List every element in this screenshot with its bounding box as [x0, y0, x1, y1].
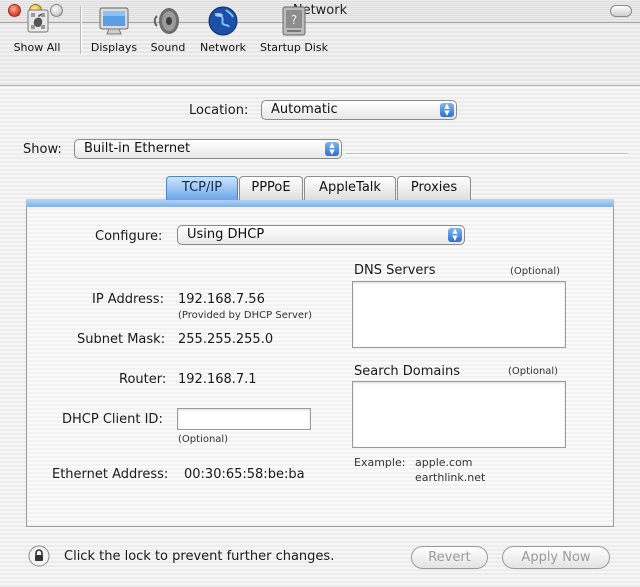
lock-message: Click the lock to prevent further change…	[64, 549, 335, 564]
toolbar-item-displays[interactable]: Displays	[88, 4, 140, 54]
speaker-icon	[151, 4, 185, 38]
toolbar-item-label: Network	[200, 41, 246, 54]
configure-value: Using DHCP	[187, 227, 265, 242]
toolbar-toggle-button[interactable]	[610, 5, 632, 17]
tab-label: PPPoE	[251, 180, 291, 195]
dhcp-client-id-label: DHCP Client ID:	[62, 412, 163, 427]
dns-servers-optional: (Optional)	[510, 266, 561, 277]
popup-arrows-icon: ▲ ▼	[448, 228, 462, 242]
tab-pppoe[interactable]: PPPoE	[239, 176, 303, 200]
divider	[346, 153, 628, 155]
configure-label: Configure:	[95, 229, 163, 244]
show-label: Show:	[23, 142, 62, 157]
example-domain-2: earthlink.net	[415, 471, 486, 484]
globe-icon	[206, 4, 240, 38]
tab-label: TCP/IP	[181, 180, 223, 195]
dns-servers-label: DNS Servers	[354, 263, 436, 278]
search-domains-label: Search Domains	[354, 364, 461, 379]
svg-text:?: ?	[291, 13, 297, 27]
tab-proxies[interactable]: Proxies	[397, 176, 471, 200]
display-icon	[97, 4, 131, 38]
tab-tcpip[interactable]: TCP/IP	[166, 176, 238, 200]
search-domains-field[interactable]	[352, 381, 566, 448]
toolbar-item-label: Sound	[150, 41, 186, 54]
ip-address-label: IP Address:	[92, 292, 164, 307]
example-label: Example:	[354, 456, 406, 469]
toolbar-item-sound[interactable]: Sound	[146, 4, 190, 54]
toolbar-item-label: Show All	[13, 41, 61, 54]
show-popup[interactable]: Built-in Ethernet ▲ ▼	[74, 139, 342, 159]
tab-label: Proxies	[410, 180, 458, 195]
revert-button-label: Revert	[428, 550, 471, 565]
location-value: Automatic	[271, 102, 338, 117]
toolbar-item-show-all[interactable]: Show All	[6, 4, 68, 54]
subnet-mask-label: Subnet Mask:	[77, 332, 166, 347]
configure-popup[interactable]: Using DHCP ▲ ▼	[177, 225, 465, 245]
show-value: Built-in Ethernet	[84, 141, 191, 156]
search-domains-optional: (Optional)	[508, 366, 559, 377]
dns-servers-field[interactable]	[352, 281, 566, 348]
toolbar-item-network[interactable]: Network	[196, 4, 250, 54]
ethernet-address-label: Ethernet Address:	[52, 467, 169, 482]
apply-now-button[interactable]: Apply Now	[502, 546, 610, 569]
dhcp-client-id-field[interactable]	[177, 408, 311, 430]
revert-button[interactable]: Revert	[411, 546, 488, 569]
tab-label: AppleTalk	[319, 180, 381, 195]
lock-icon	[28, 545, 50, 567]
ip-address-note: (Provided by DHCP Server)	[178, 310, 313, 321]
router-value: 192.168.7.1	[178, 372, 257, 387]
location-popup[interactable]: Automatic ▲ ▼	[261, 100, 457, 120]
tab-appletalk[interactable]: AppleTalk	[304, 176, 396, 200]
toolbar-separator	[80, 6, 82, 54]
dhcp-client-id-note: (Optional)	[178, 434, 229, 445]
disk-icon: ?	[277, 4, 311, 38]
popup-arrows-icon: ▲ ▼	[440, 103, 454, 117]
location-label: Location:	[189, 103, 249, 118]
popup-arrows-icon: ▲ ▼	[325, 142, 339, 156]
ethernet-address-value: 00:30:65:58:be:ba	[184, 467, 305, 482]
subnet-mask-value: 255.255.255.0	[178, 332, 274, 347]
ip-address-value: 192.168.7.56	[178, 292, 265, 307]
show-all-icon	[20, 4, 54, 38]
toolbar-item-startup-disk[interactable]: ? Startup Disk	[256, 4, 332, 54]
example-domain-1: apple.com	[415, 456, 473, 469]
router-label: Router:	[119, 372, 167, 387]
apply-now-button-label: Apply Now	[521, 550, 591, 565]
toolbar-item-label: Displays	[90, 41, 138, 54]
toolbar-item-label: Startup Disk	[260, 41, 328, 54]
lock-button[interactable]	[28, 545, 50, 567]
